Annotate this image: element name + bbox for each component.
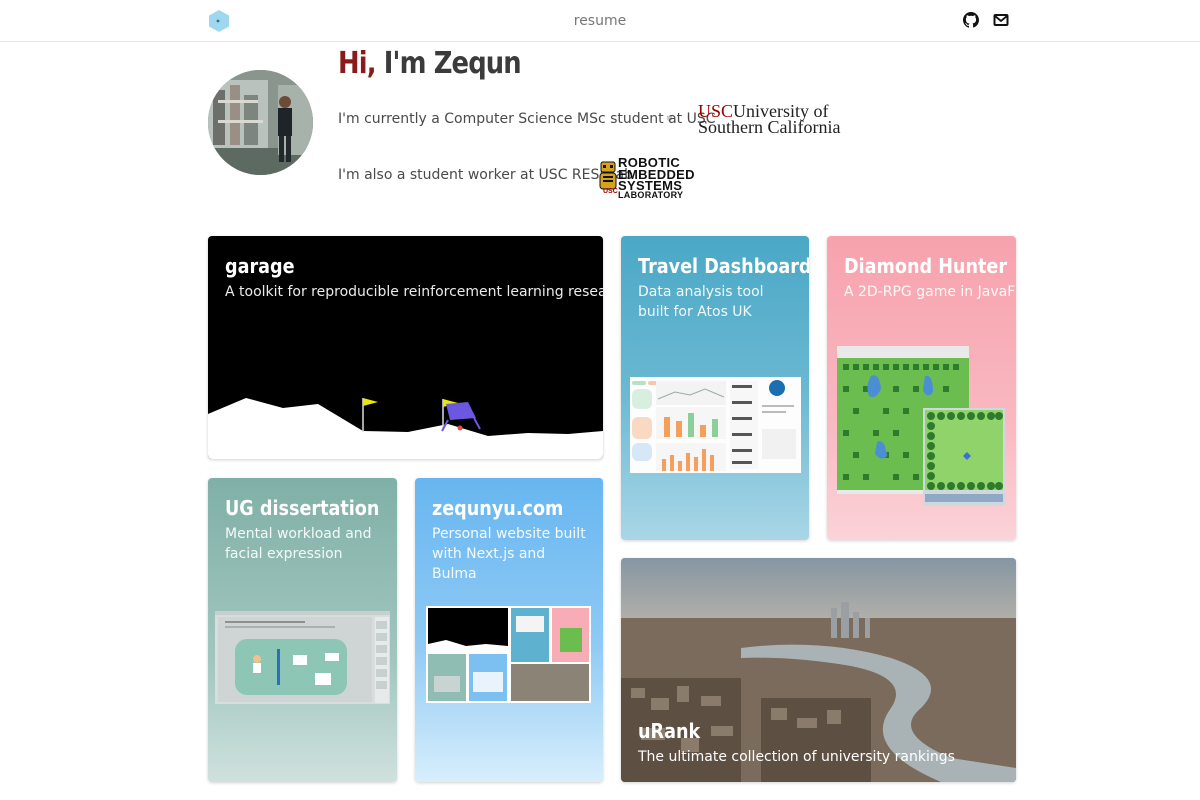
project-title: zequnyu.com [432, 496, 564, 520]
resl-usc-badge: USC [603, 188, 618, 195]
zequnyu-com-screenshot [426, 606, 591, 703]
project-description: Mental workload and facial expression [225, 526, 372, 562]
mail-icon[interactable] [993, 12, 1009, 28]
resl-line4: LABORATORY [618, 190, 684, 200]
resl-logo-text: ROBOTIC EMBEDDED SYSTEMS LABORATORY [618, 156, 695, 200]
avatar [208, 70, 313, 175]
diamond-hunter-screenshot [837, 346, 1005, 506]
name-text: I'm Zequn [375, 46, 522, 81]
project-description: Personal website built with Next.js and … [432, 526, 586, 582]
project-description: A toolkit for reproducible reinforcement… [225, 284, 603, 300]
project-card-diamond-hunter[interactable]: Diamond Hunter A 2D-RPG game in JavaFx [827, 236, 1016, 540]
project-title: uRank [638, 719, 701, 743]
project-card-travel-dashboard[interactable]: Travel Dashboard Data analysis tool buil… [621, 236, 809, 540]
project-card-urank[interactable]: uRank The ultimate collection of univers… [621, 558, 1016, 782]
page-title: Hi, I'm Zequn [338, 46, 522, 81]
project-card-zequnyu-com[interactable]: zequnyu.com Personal website built with … [415, 478, 603, 782]
project-title: Diamond Hunter [844, 254, 1008, 278]
project-title: Travel Dashboard [638, 254, 809, 278]
github-icon[interactable] [963, 12, 979, 28]
project-description: Data analysis tool built for Atos UK [638, 284, 764, 320]
project-title: garage [225, 254, 295, 278]
travel-dashboard-screenshot [630, 377, 801, 473]
greeting: Hi, [338, 46, 377, 81]
project-card-ug-dissertation[interactable]: UG dissertation Mental workload and faci… [208, 478, 397, 782]
project-title: UG dissertation [225, 496, 380, 520]
usc-logo-line2: Southern California [698, 117, 841, 137]
nav-title[interactable]: resume [0, 13, 1200, 29]
ug-dissertation-screenshot [215, 611, 390, 704]
intro-line-resl: I'm also a student worker at USC RESL la… [338, 167, 633, 183]
navbar: resume [0, 0, 1200, 42]
project-card-garage[interactable]: garage A toolkit for reproducible reinfo… [208, 236, 603, 459]
intro-line-usc: I'm currently a Computer Science MSc stu… [338, 111, 716, 127]
usc-seal-icon [667, 115, 672, 121]
project-description: A 2D-RPG game in JavaFx [844, 284, 1016, 300]
project-description: The ultimate collection of university ra… [638, 749, 955, 765]
